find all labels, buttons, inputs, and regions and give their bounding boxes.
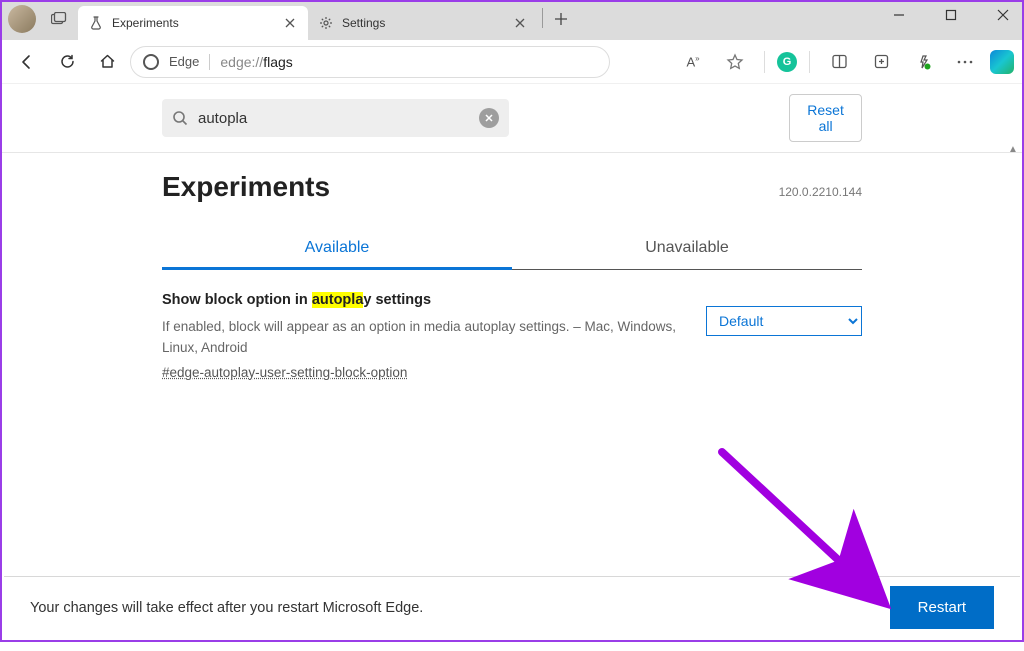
home-button[interactable] xyxy=(90,45,124,79)
close-icon[interactable] xyxy=(512,15,528,31)
clear-search-button[interactable] xyxy=(479,108,499,128)
close-icon[interactable] xyxy=(282,15,298,31)
new-tab-button[interactable] xyxy=(547,5,575,33)
grammarly-extension-icon[interactable]: G xyxy=(777,52,797,72)
window-controls xyxy=(884,4,1018,26)
flag-description: If enabled, block will appear as an opti… xyxy=(162,316,686,359)
collections-button[interactable] xyxy=(864,45,898,79)
flag-hash-link[interactable]: #edge-autoplay-user-setting-block-option xyxy=(162,365,407,380)
back-button[interactable] xyxy=(10,45,44,79)
refresh-button[interactable] xyxy=(50,45,84,79)
tab-separator xyxy=(542,8,543,28)
favorite-button[interactable] xyxy=(718,45,752,79)
toolbar: Edge edge://flags A» G xyxy=(2,40,1022,84)
search-icon xyxy=(172,110,188,126)
more-button[interactable] xyxy=(948,45,982,79)
titlebar: Experiments Settings xyxy=(2,2,1022,40)
flag-state-select[interactable]: Default xyxy=(706,306,862,336)
reset-all-button[interactable]: Reset all xyxy=(789,94,862,142)
flags-search-box[interactable] xyxy=(162,99,509,137)
close-window-button[interactable] xyxy=(988,4,1018,26)
flags-search-input[interactable] xyxy=(198,110,469,127)
flags-tabs: Available Unavailable xyxy=(162,229,862,270)
copilot-button[interactable] xyxy=(990,50,1014,74)
browser-tab-settings[interactable]: Settings xyxy=(308,6,538,40)
flag-item: Show block option in autoplay settings I… xyxy=(162,270,862,382)
tab-title: Settings xyxy=(342,16,504,30)
minimize-button[interactable] xyxy=(884,4,914,26)
performance-button[interactable] xyxy=(906,45,940,79)
profile-avatar[interactable] xyxy=(8,5,36,33)
flag-title: Show block option in autoplay settings xyxy=(162,290,686,312)
separator xyxy=(809,51,810,73)
separator xyxy=(209,54,210,70)
maximize-button[interactable] xyxy=(936,4,966,26)
flask-icon xyxy=(88,15,104,31)
address-bar[interactable]: Edge edge://flags xyxy=(130,46,610,78)
url-text: edge://flags xyxy=(220,54,292,70)
version-label: 120.0.2210.144 xyxy=(779,185,862,199)
browser-tab-experiments[interactable]: Experiments xyxy=(78,6,308,40)
split-screen-button[interactable] xyxy=(822,45,856,79)
flags-search-row: Reset all xyxy=(2,84,1022,153)
tab-unavailable[interactable]: Unavailable xyxy=(512,229,862,269)
tab-overview-button[interactable] xyxy=(46,6,72,32)
tab-available[interactable]: Available xyxy=(162,229,512,270)
restart-bar: Your changes will take effect after you … xyxy=(4,576,1020,638)
restart-button[interactable]: Restart xyxy=(890,586,994,629)
page-title: Experiments xyxy=(162,171,330,203)
separator xyxy=(764,51,765,73)
read-aloud-button[interactable]: A» xyxy=(676,45,710,79)
edge-logo-icon xyxy=(143,54,159,70)
gear-icon xyxy=(318,15,334,31)
tab-title: Experiments xyxy=(112,16,274,30)
restart-message: Your changes will take effect after you … xyxy=(30,600,423,616)
site-identity: Edge xyxy=(169,54,199,69)
scroll-up-icon[interactable]: ▲ xyxy=(1006,142,1020,156)
